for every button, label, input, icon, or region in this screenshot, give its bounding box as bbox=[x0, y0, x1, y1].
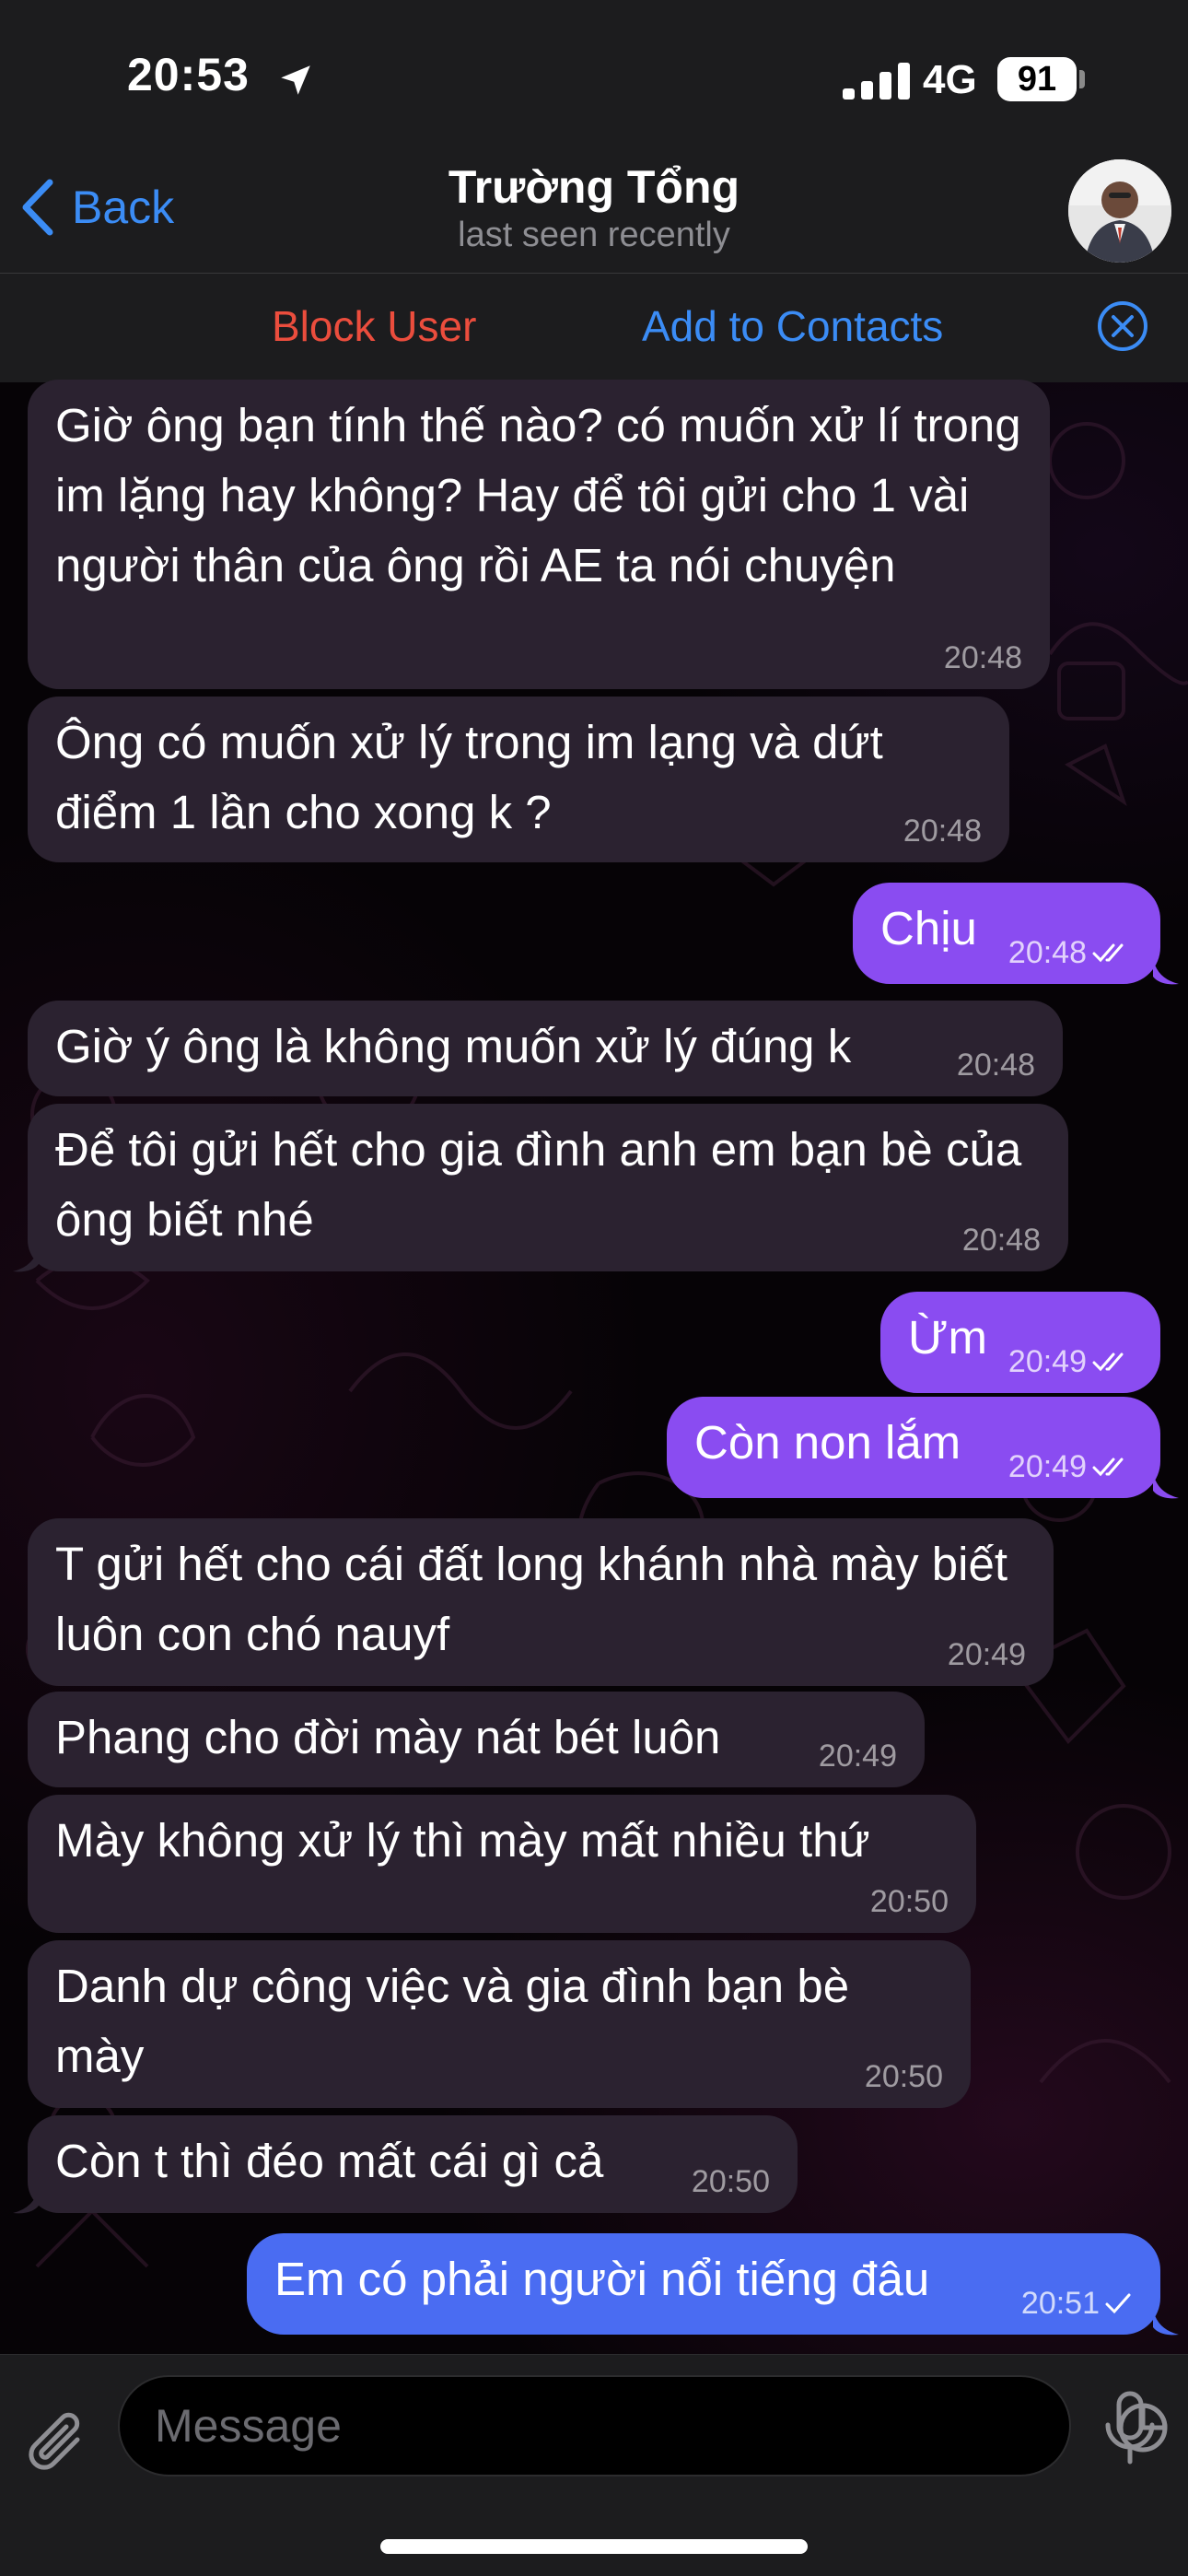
bubble-tail bbox=[1153, 1472, 1179, 1499]
message-incoming[interactable]: Ông có muốn xử lý trong im lạng và dứt đ… bbox=[28, 697, 1009, 862]
message-time: 20:49 bbox=[1008, 1343, 1133, 1380]
message-outgoing[interactable]: Chịu 20:48 bbox=[853, 883, 1160, 984]
avatar[interactable] bbox=[1068, 159, 1171, 263]
message-text: Để tôi gửi hết cho gia đình anh em bạn b… bbox=[55, 1123, 1035, 1246]
message-outgoing[interactable]: Em có phải người nổi tiếng đâu 20:51 bbox=[247, 2233, 1160, 2335]
microphone-icon[interactable] bbox=[1101, 2390, 1159, 2467]
message-outgoing[interactable]: Còn non lắm 20:49 bbox=[667, 1397, 1160, 1498]
message-text: Em có phải người nổi tiếng đâu bbox=[274, 2253, 930, 2305]
message-text: Còn t thì đéo mất cái gì cả bbox=[55, 2135, 604, 2187]
message-time: 20:48 bbox=[943, 640, 1022, 675]
message-text: T gửi hết cho cái đất long khánh nhà mày… bbox=[55, 1538, 1021, 1660]
message-incoming[interactable]: Mày không xử lý thì mày mất nhiều thứ 20… bbox=[28, 1795, 976, 1933]
battery-icon: 91 bbox=[997, 57, 1077, 101]
top-bar: 20:53 4G 91 Back Trường Tổng last seen r… bbox=[0, 0, 1188, 382]
status-time: 20:53 bbox=[127, 49, 250, 100]
contact-action-bar: Block User Add to Contacts bbox=[0, 273, 1188, 381]
message-incoming[interactable]: Còn t thì đéo mất cái gì cả 20:50 bbox=[28, 2115, 798, 2213]
battery-tip bbox=[1079, 70, 1085, 88]
single-check-icon bbox=[1105, 2293, 1131, 2314]
double-check-icon bbox=[1092, 943, 1124, 963]
status-bar: 20:53 4G 91 bbox=[0, 0, 1188, 157]
home-indicator[interactable] bbox=[380, 2539, 808, 2554]
block-user-button[interactable]: Block User bbox=[272, 301, 476, 351]
add-to-contacts-button[interactable]: Add to Contacts bbox=[642, 301, 943, 351]
message-time: 20:50 bbox=[864, 2059, 943, 2094]
double-check-icon bbox=[1092, 1458, 1124, 1477]
message-input-wrapper bbox=[118, 2375, 1168, 2476]
message-outgoing[interactable]: Ừm 20:49 bbox=[880, 1292, 1160, 1393]
message-time: 20:51 bbox=[1021, 2285, 1133, 2322]
bubble-tail bbox=[13, 2187, 39, 2214]
message-text: Danh dự công việc và gia đình bạn bè mày bbox=[55, 1960, 863, 2082]
signal-icon bbox=[843, 63, 910, 100]
chat-header: Back Trường Tổng last seen recently bbox=[0, 157, 1188, 272]
message-text: Mày không xử lý thì mày mất nhiều thứ bbox=[55, 1814, 870, 1867]
location-arrow-icon bbox=[281, 65, 310, 95]
message-time: 20:50 bbox=[691, 2164, 770, 2199]
message-text: Ông có muốn xử lý trong im lạng và dứt đ… bbox=[55, 716, 897, 838]
message-time: 20:49 bbox=[818, 1739, 897, 1774]
message-text: Phang cho đời mày nát bét luôn bbox=[55, 1711, 721, 1763]
chat-title[interactable]: Trường Tổng bbox=[0, 160, 1188, 214]
message-time: 20:48 bbox=[956, 1048, 1035, 1083]
last-seen-status: last seen recently bbox=[458, 216, 730, 254]
network-type: 4G bbox=[923, 57, 977, 102]
message-time: 20:48 bbox=[961, 1223, 1041, 1258]
paperclip-icon[interactable] bbox=[26, 2408, 92, 2478]
message-time: 20:48 bbox=[903, 814, 982, 849]
message-incoming[interactable]: Giờ ông bạn tính thế nào? có muốn xử lí … bbox=[28, 380, 1050, 689]
message-time: 20:50 bbox=[869, 1884, 949, 1919]
avatar-image bbox=[1068, 159, 1171, 263]
message-text: Giờ ông bạn tính thế nào? có muốn xử lí … bbox=[55, 399, 1034, 591]
bubble-tail bbox=[1153, 2309, 1179, 2336]
message-incoming[interactable]: Để tôi gửi hết cho gia đình anh em bạn b… bbox=[28, 1104, 1068, 1271]
message-incoming[interactable]: Danh dự công việc và gia đình bạn bè mày… bbox=[28, 1940, 971, 2108]
message-incoming[interactable]: Phang cho đời mày nát bét luôn 20:49 bbox=[28, 1692, 925, 1787]
close-circle-icon[interactable] bbox=[1096, 299, 1149, 353]
bubble-tail bbox=[1153, 958, 1179, 985]
message-time: 20:48 bbox=[1008, 934, 1133, 971]
message-incoming[interactable]: Giờ ý ông là không muốn xử lý đúng k 20:… bbox=[28, 1001, 1063, 1096]
message-time: 20:49 bbox=[947, 1637, 1026, 1672]
double-check-icon bbox=[1092, 1352, 1124, 1372]
message-time: 20:49 bbox=[1008, 1448, 1133, 1485]
message-input[interactable] bbox=[155, 2377, 984, 2475]
message-text: Giờ ý ông là không muốn xử lý đúng k bbox=[55, 1020, 852, 1072]
message-composer bbox=[0, 2354, 1188, 2576]
bubble-tail bbox=[13, 1246, 39, 1272]
message-incoming[interactable]: T gửi hết cho cái đất long khánh nhà mày… bbox=[28, 1518, 1054, 1686]
